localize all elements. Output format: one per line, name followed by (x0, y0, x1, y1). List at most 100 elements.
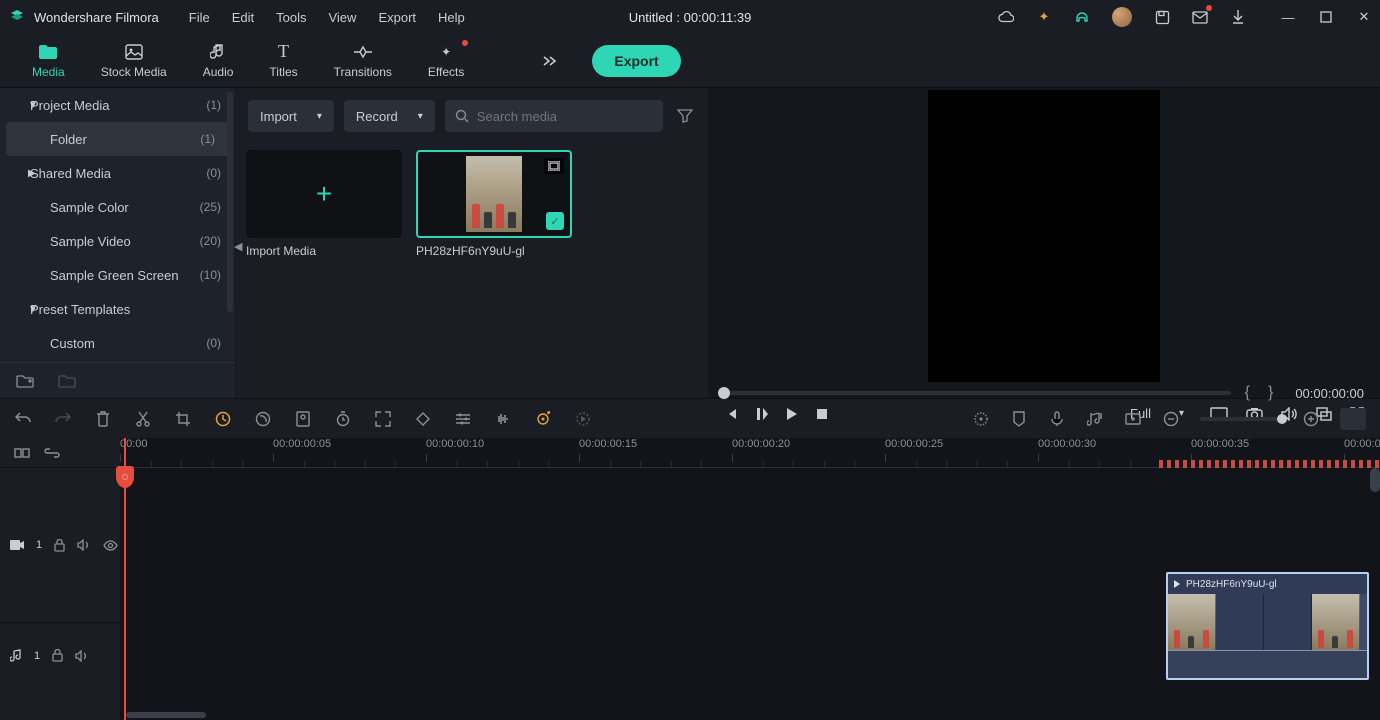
crop-icon[interactable] (174, 410, 192, 428)
play-pause-icon[interactable] (756, 407, 768, 421)
tab-stock-media[interactable]: Stock Media (83, 34, 185, 87)
cloud-icon[interactable] (998, 9, 1014, 25)
stop-icon[interactable] (816, 408, 828, 420)
sparkle-icon[interactable]: ✦ (1036, 9, 1052, 25)
prev-frame-icon[interactable] (724, 407, 738, 421)
duration-icon[interactable] (334, 410, 352, 428)
expand-icon[interactable] (374, 410, 392, 428)
audio-track-header[interactable]: 1 (0, 622, 120, 688)
save-icon[interactable] (1154, 9, 1170, 25)
ruler-tick: 00:00:00:10 (426, 438, 484, 462)
mark-out-icon[interactable]: } (1264, 384, 1277, 402)
color-icon[interactable] (254, 410, 272, 428)
search-input[interactable] (477, 109, 653, 124)
timeline: 1 1 00:0000:00:00:0500:00:00:1000:00:00:… (0, 438, 1380, 720)
menu-help[interactable]: Help (438, 10, 465, 25)
main-menu: File Edit Tools View Export Help (189, 10, 465, 25)
sidebar-item-sample-video[interactable]: Sample Video(20) (0, 224, 235, 258)
zoom-slider-handle[interactable] (1277, 414, 1287, 424)
timeline-hscroll-track[interactable] (120, 712, 1380, 720)
document-title: Untitled : 00:00:11:39 (629, 10, 752, 25)
new-folder-icon[interactable] (16, 374, 34, 388)
menu-tools[interactable]: Tools (276, 10, 306, 25)
cut-icon[interactable] (134, 410, 152, 428)
video-track-header[interactable]: 1 (0, 468, 120, 622)
import-dropdown[interactable]: Import▾ (248, 100, 334, 132)
import-media-tile[interactable]: + Import Media (246, 150, 402, 386)
audio-mixer-icon[interactable] (1086, 410, 1104, 428)
render-icon[interactable] (574, 410, 592, 428)
zoom-out-icon[interactable] (1162, 410, 1180, 428)
mic-icon[interactable] (1048, 410, 1066, 428)
adjust-icon[interactable] (454, 410, 472, 428)
marker-icon[interactable] (1010, 410, 1028, 428)
motion-tracking-icon[interactable] (534, 410, 552, 428)
tab-media[interactable]: Media (14, 34, 83, 87)
sidebar-item-custom[interactable]: Custom(0) (0, 326, 235, 360)
zoom-in-icon[interactable] (1302, 410, 1320, 428)
marker-dotted-icon[interactable] (972, 410, 990, 428)
minimize-icon[interactable]: — (1280, 9, 1296, 25)
mute-icon[interactable] (75, 650, 89, 662)
tab-audio[interactable]: Audio (185, 34, 252, 87)
mute-icon[interactable] (77, 539, 91, 551)
sidebar-scrollbar[interactable] (227, 92, 233, 312)
user-avatar-icon[interactable] (1112, 7, 1132, 27)
speed-icon[interactable] (214, 410, 232, 428)
redo-icon[interactable] (54, 410, 72, 428)
timeline-vscroll[interactable] (1370, 468, 1380, 492)
timeline-clip[interactable]: PH28zHF6nY9uU-gl (1166, 572, 1369, 680)
sidebar-item-shared-media[interactable]: ▶Shared Media(0) (0, 156, 235, 190)
tab-titles[interactable]: TTitles (251, 34, 315, 87)
eye-icon[interactable] (103, 540, 118, 551)
headset-icon[interactable] (1074, 9, 1090, 25)
snap-icon[interactable] (14, 446, 30, 460)
play-icon[interactable] (786, 407, 798, 421)
keyframe-icon[interactable] (414, 410, 432, 428)
sidebar-item-project-media[interactable]: ▼Project Media(1) (0, 88, 235, 122)
close-icon[interactable]: ✕ (1356, 9, 1372, 25)
lock-icon[interactable] (54, 539, 65, 552)
media-clip-tile[interactable]: ✓ PH28zHF6nY9uU-gl (416, 150, 572, 386)
collapse-panel-icon[interactable]: ◀ (234, 240, 242, 253)
lock-icon[interactable] (52, 649, 63, 662)
audio-wave-icon[interactable] (494, 410, 512, 428)
filter-icon[interactable] (673, 109, 697, 123)
tab-transitions[interactable]: Transitions (316, 34, 410, 87)
sidebar-item-preset-templates[interactable]: ▼Preset Templates (0, 292, 235, 326)
timeline-tracks[interactable]: 00:0000:00:00:0500:00:00:1000:00:00:1500… (120, 438, 1380, 720)
export-button[interactable]: Export (592, 45, 680, 77)
mail-icon[interactable] (1192, 9, 1208, 25)
timeline-hscroll-thumb[interactable] (126, 712, 206, 718)
zoom-slider[interactable] (1200, 417, 1282, 421)
folder-disabled-icon[interactable] (58, 374, 76, 388)
menu-edit[interactable]: Edit (232, 10, 254, 25)
download-icon[interactable] (1230, 9, 1246, 25)
maximize-icon[interactable] (1318, 9, 1334, 25)
preview-panel: { } 00:00:00:00 Full▾ (708, 88, 1380, 398)
preview-scrubber[interactable] (724, 391, 1231, 395)
more-tabs-icon[interactable] (542, 55, 562, 67)
timeline-ruler[interactable]: 00:0000:00:00:0500:00:00:1000:00:00:1500… (120, 438, 1380, 468)
record-dropdown[interactable]: Record▾ (344, 100, 435, 132)
playhead[interactable] (124, 438, 126, 720)
link-icon[interactable] (44, 448, 60, 458)
green-screen-icon[interactable] (294, 410, 312, 428)
notification-dot-icon (1206, 5, 1212, 11)
tab-effects[interactable]: ✦Effects (410, 34, 482, 87)
sidebar-item-folder[interactable]: Folder(1) (6, 122, 229, 156)
sidebar-item-sample-green-screen[interactable]: Sample Green Screen(10) (0, 258, 235, 292)
scrubber-handle[interactable] (718, 387, 730, 399)
menu-view[interactable]: View (328, 10, 356, 25)
zoom-fit-button[interactable] (1340, 408, 1366, 430)
add-track-icon[interactable] (1124, 410, 1142, 428)
undo-icon[interactable] (14, 410, 32, 428)
menu-file[interactable]: File (189, 10, 210, 25)
delete-icon[interactable] (94, 410, 112, 428)
mark-in-icon[interactable]: { (1241, 384, 1254, 402)
media-search[interactable] (445, 100, 663, 132)
sidebar-item-sample-color[interactable]: Sample Color(25) (0, 190, 235, 224)
folder-icon (38, 43, 58, 61)
preview-canvas[interactable] (928, 90, 1160, 382)
menu-export[interactable]: Export (378, 10, 416, 25)
